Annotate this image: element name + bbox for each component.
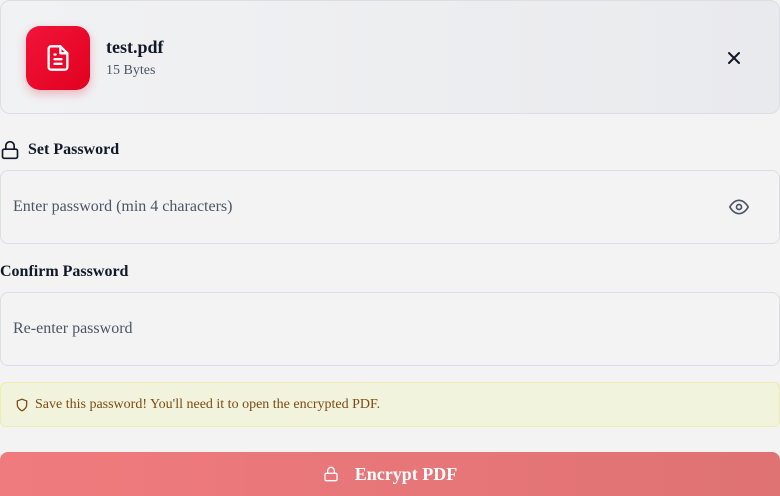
show-password-button[interactable] (728, 196, 750, 218)
password-notice: Save this password! You'll need it to op… (0, 382, 780, 427)
lock-icon (323, 466, 339, 482)
set-password-label: Set Password (0, 140, 119, 160)
password-input[interactable] (13, 171, 713, 243)
shield-icon (15, 398, 29, 412)
confirm-password-input[interactable] (13, 293, 713, 365)
file-size: 15 Bytes (106, 63, 156, 78)
set-password-text: Set Password (28, 141, 120, 158)
close-icon (728, 52, 740, 64)
encrypt-pdf-button[interactable]: Encrypt PDF (0, 452, 780, 496)
eye-icon (729, 199, 749, 215)
confirm-password-label: Confirm Password (0, 263, 129, 280)
file-name: test.pdf (106, 37, 164, 57)
file-card: test.pdf 15 Bytes (0, 0, 780, 114)
encrypt-pdf-label: Encrypt PDF (354, 463, 458, 484)
close-button[interactable] (723, 47, 745, 69)
lock-icon (0, 140, 20, 160)
confirm-password-field (0, 292, 780, 366)
password-field (0, 170, 780, 244)
notice-text: Save this password! You'll need it to op… (35, 396, 381, 412)
document-icon (26, 26, 90, 90)
